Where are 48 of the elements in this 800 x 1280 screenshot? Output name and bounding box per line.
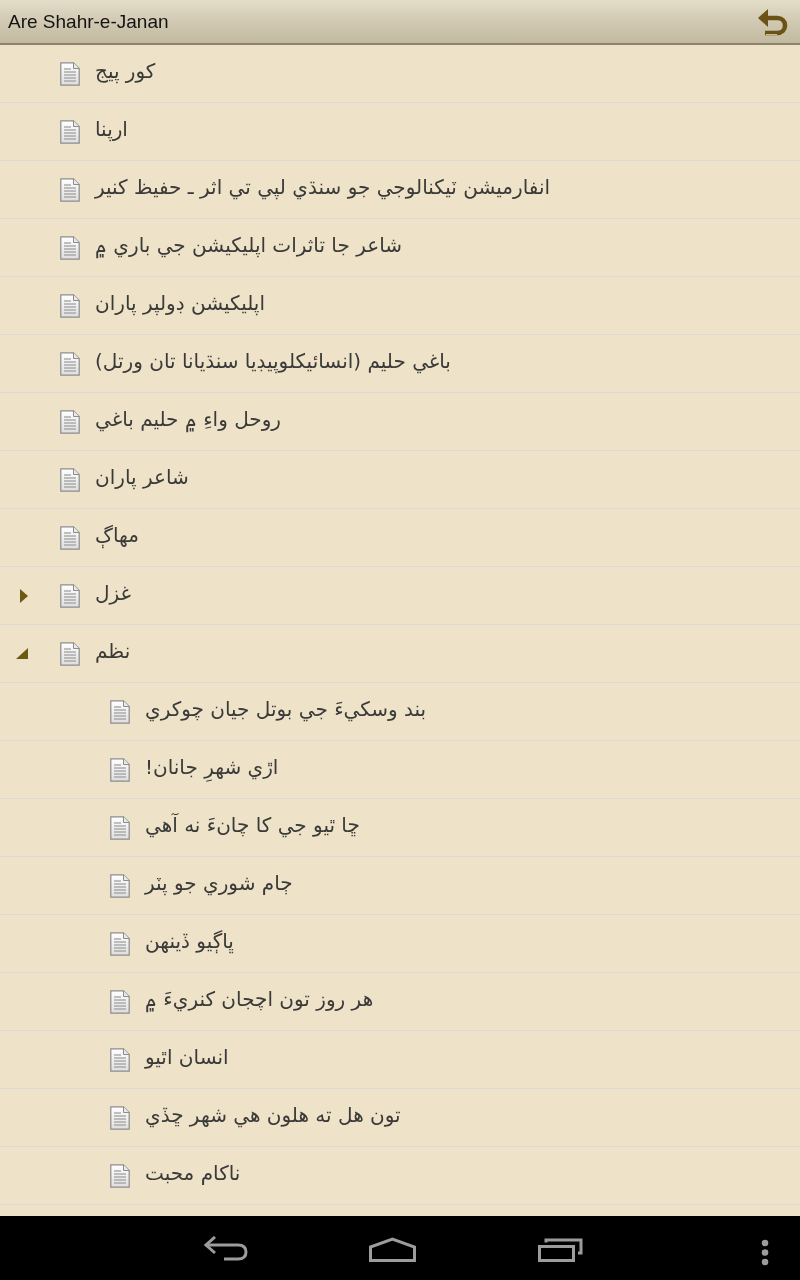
tree-item-label[interactable]: اڙي شهرِ جانان! <box>145 754 279 780</box>
document-icon <box>60 61 80 86</box>
tree-item-label[interactable]: ناکام محبت <box>145 1160 241 1186</box>
tree-item-label[interactable]: غزل <box>95 580 132 606</box>
tree-item-label[interactable]: بند وسکيءَ جي بوتل جيان چوکري <box>145 696 427 722</box>
document-icon <box>60 293 80 318</box>
recents-icon[interactable] <box>538 1238 583 1262</box>
app-title: Are Shahr-e-Janan <box>8 10 169 33</box>
back-arrow-icon <box>757 6 789 37</box>
tree-item-label[interactable]: کور پيج <box>95 58 156 84</box>
home-icon[interactable] <box>369 1237 416 1262</box>
document-icon <box>60 409 80 434</box>
document-icon <box>110 757 130 782</box>
document-icon <box>60 525 80 550</box>
document-icon <box>60 119 80 144</box>
tree-item-label[interactable]: اپليکيشن ڊولپر پاران <box>95 290 265 316</box>
tree-item-label[interactable]: ڀاڳيو ڏينهن <box>145 928 234 954</box>
tree-item-label[interactable]: انسان اٿيو <box>145 1044 229 1070</box>
document-icon <box>110 1163 130 1188</box>
tree-item-label[interactable]: هر روز تون اچجان کنريءَ ۾ <box>145 986 374 1012</box>
document-icon <box>60 177 80 202</box>
tree-item-label[interactable]: باغي حليم (انسائيکلوپيڊيا سنڌيانا تان ورتل) <box>95 348 451 374</box>
tree-item-label[interactable]: شاعر جا تاثرات اپليکيشن جي باري ۾ <box>95 232 402 258</box>
tree-item-label[interactable]: ڄام شوري جو پٽر <box>145 870 293 896</box>
document-icon <box>110 815 130 840</box>
document-icon <box>60 351 80 376</box>
document-icon <box>60 467 80 492</box>
tree-item-label[interactable]: مهاڳ <box>95 522 139 548</box>
document-icon <box>110 1047 130 1072</box>
document-icon <box>60 641 80 666</box>
tree-item-label[interactable]: شاعر پاران <box>95 464 189 490</box>
document-icon <box>110 873 130 898</box>
document-icon <box>110 699 130 724</box>
tree-item-label[interactable]: ارپنا <box>95 116 128 142</box>
document-icon <box>110 931 130 956</box>
more-options-icon[interactable] <box>760 1239 770 1266</box>
tree-item-label[interactable]: نظم <box>95 638 131 664</box>
tree-item-label[interactable]: انفارميشن ٽيکنالوجي جو سنڌي لپي تي اثر ـ حفيظ کنير <box>95 174 551 200</box>
document-icon <box>60 583 80 608</box>
tree-item-label[interactable]: تون هل ته هلون هي شهر ڇڏي <box>145 1102 401 1128</box>
document-icon <box>110 1105 130 1130</box>
document-icon <box>60 235 80 260</box>
expanded-triangle-icon[interactable] <box>16 648 28 659</box>
tree-item-label[interactable]: ڇا ٿيو جي کا چانءَ نه آهي <box>145 812 360 838</box>
tree-item-label[interactable]: روحل واءِ ۾ حليم باغي <box>95 406 281 432</box>
back-icon[interactable] <box>204 1236 249 1261</box>
collapsed-triangle-icon[interactable] <box>20 588 28 603</box>
document-icon <box>110 989 130 1014</box>
